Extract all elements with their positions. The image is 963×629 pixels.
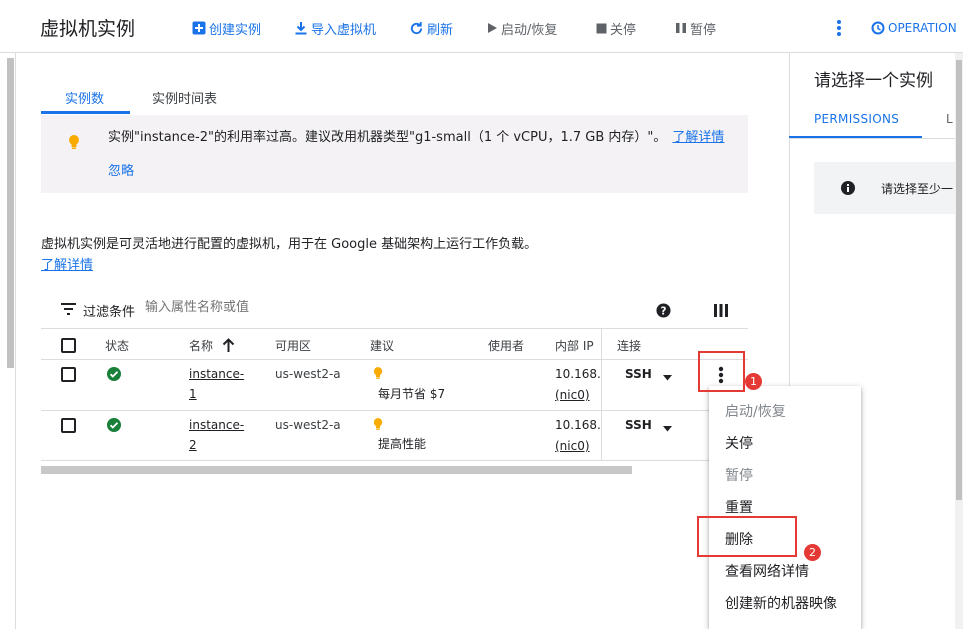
stop-label: 关停 xyxy=(610,22,637,38)
pause-icon xyxy=(676,23,686,33)
status-running-icon xyxy=(107,418,121,432)
recommendation-cell[interactable]: 每月节省 $7 xyxy=(378,384,445,404)
add-box-icon xyxy=(192,21,206,35)
annotation-highlight-delete xyxy=(697,516,797,557)
zone-cell: us-west2-a xyxy=(275,418,341,432)
menu-item-reset[interactable]: 重置 xyxy=(725,497,753,517)
column-zone[interactable]: 可用区 xyxy=(275,337,311,354)
menu-item-stop[interactable]: 关停 xyxy=(725,433,753,453)
create-instance-button[interactable]: 创建实例 xyxy=(192,17,261,39)
dismiss-recommendation-link[interactable]: 忽略 xyxy=(108,160,134,179)
pause-label: 暂停 xyxy=(690,22,717,38)
ssh-button[interactable]: SSH xyxy=(625,364,652,384)
column-internal-ip[interactable]: 内部 IP xyxy=(555,337,594,354)
active-tab-indicator xyxy=(789,136,922,138)
row-divider xyxy=(41,410,748,411)
menu-item-create-machine-image[interactable]: 创建新的机器映像 xyxy=(725,593,837,613)
instance-name-link[interactable]: instance- 1 xyxy=(189,364,244,404)
recommendation-learn-more-link[interactable]: 了解详情 xyxy=(672,130,724,145)
annotation-badge-1: 1 xyxy=(745,373,762,390)
download-icon xyxy=(295,22,307,35)
info-panel-title: 请选择一个实例 xyxy=(814,71,933,91)
filter-divider xyxy=(41,328,748,329)
ssh-dropdown-icon[interactable] xyxy=(663,370,672,385)
nic-link[interactable]: (nic0) xyxy=(555,385,590,405)
row-checkbox[interactable] xyxy=(61,367,76,382)
filter-input[interactable] xyxy=(145,300,445,315)
operations-icon xyxy=(871,21,885,35)
active-tab-indicator xyxy=(41,111,130,114)
header-divider xyxy=(41,359,748,360)
lightbulb-icon xyxy=(373,417,383,435)
column-display-icon[interactable] xyxy=(714,304,728,321)
left-scrollbar[interactable] xyxy=(7,58,14,368)
row-divider xyxy=(41,460,748,461)
horizontal-scrollbar[interactable] xyxy=(41,466,632,474)
internal-ip-cell: 10.168.0 xyxy=(555,367,601,381)
description-text: 虚拟机实例是可灵活地进行配置的虚拟机，用于在 Google 基础架构上运行工作负… xyxy=(41,237,538,252)
operations-label: OPERATION xyxy=(888,21,957,35)
page-title: 虚拟机实例 xyxy=(40,18,136,40)
recommendation-text: 实例"instance-2"的利用率过高。建议改用机器类型"g1-small（1… xyxy=(108,126,724,145)
ssh-dropdown-icon[interactable] xyxy=(663,421,672,436)
refresh-button[interactable]: 刷新 xyxy=(409,17,453,39)
instance-name-link[interactable]: instance- 2 xyxy=(189,415,244,455)
tab-instances[interactable]: 实例数 xyxy=(65,88,104,107)
help-icon[interactable]: ? xyxy=(656,303,671,322)
create-instance-label: 创建实例 xyxy=(209,22,262,38)
filter-label: 过滤条件 xyxy=(83,305,136,320)
pause-button[interactable]: 暂停 xyxy=(675,17,716,39)
refresh-icon xyxy=(410,21,423,34)
column-status[interactable]: 状态 xyxy=(105,337,129,354)
recommendation-message: 实例"instance-2"的利用率过高。建议改用机器类型"g1-small（1… xyxy=(108,130,667,145)
page-description: 虚拟机实例是可灵活地进行配置的虚拟机，用于在 Google 基础架构上运行工作负… xyxy=(41,234,551,276)
description-learn-more-link[interactable]: 了解详情 xyxy=(41,258,93,273)
start-resume-button[interactable]: 启动/恢复 xyxy=(486,17,557,39)
right-scrollbar-thumb[interactable] xyxy=(956,60,962,500)
import-vm-label: 导入虚拟机 xyxy=(311,22,377,38)
select-all-checkbox[interactable] xyxy=(61,338,76,353)
column-connect[interactable]: 连接 xyxy=(617,337,641,354)
zone-cell: us-west2-a xyxy=(275,367,341,381)
tab-labels[interactable]: L xyxy=(946,112,953,126)
connect-column-divider xyxy=(601,329,602,460)
top-toolbar xyxy=(0,0,963,53)
arrow-up-icon[interactable] xyxy=(222,338,235,357)
filter-icon[interactable] xyxy=(61,303,76,319)
refresh-label: 刷新 xyxy=(427,22,454,38)
more-vert-toolbar-icon[interactable] xyxy=(834,18,844,42)
menu-item-start-resume[interactable]: 启动/恢复 xyxy=(725,401,786,421)
stop-button[interactable]: 关停 xyxy=(596,17,636,39)
menu-item-suspend[interactable]: 暂停 xyxy=(725,465,753,485)
info-icon xyxy=(841,181,855,199)
operations-button[interactable]: OPERATION xyxy=(871,17,963,39)
row-checkbox[interactable] xyxy=(61,418,76,433)
column-name[interactable]: 名称 xyxy=(189,337,213,354)
internal-ip-cell: 10.168.0 xyxy=(555,418,601,432)
lightbulb-icon xyxy=(373,366,383,384)
import-vm-button[interactable]: 导入虚拟机 xyxy=(294,17,376,39)
play-icon xyxy=(488,23,497,33)
tab-instance-schedules[interactable]: 实例时间表 xyxy=(152,88,217,107)
recommendation-cell[interactable]: 提高性能 xyxy=(378,434,426,454)
tab-permissions[interactable]: PERMISSIONS xyxy=(814,112,899,126)
ssh-button[interactable]: SSH xyxy=(625,415,652,435)
info-panel-tab-divider xyxy=(789,138,963,139)
annotation-badge-2: 2 xyxy=(804,544,821,561)
svg-text:?: ? xyxy=(661,305,667,317)
column-recommendation[interactable]: 建议 xyxy=(370,337,394,354)
menu-item-view-network-details[interactable]: 查看网络详情 xyxy=(725,561,809,581)
column-in-use-by[interactable]: 使用者 xyxy=(488,337,524,354)
stop-icon xyxy=(596,23,607,33)
start-resume-label: 启动/恢复 xyxy=(501,22,558,38)
info-panel-message: 请选择至少一 xyxy=(881,182,954,196)
annotation-highlight-more-actions xyxy=(698,351,745,392)
nic-link[interactable]: (nic0) xyxy=(555,436,590,456)
lightbulb-icon xyxy=(68,134,80,154)
status-running-icon xyxy=(107,367,121,381)
